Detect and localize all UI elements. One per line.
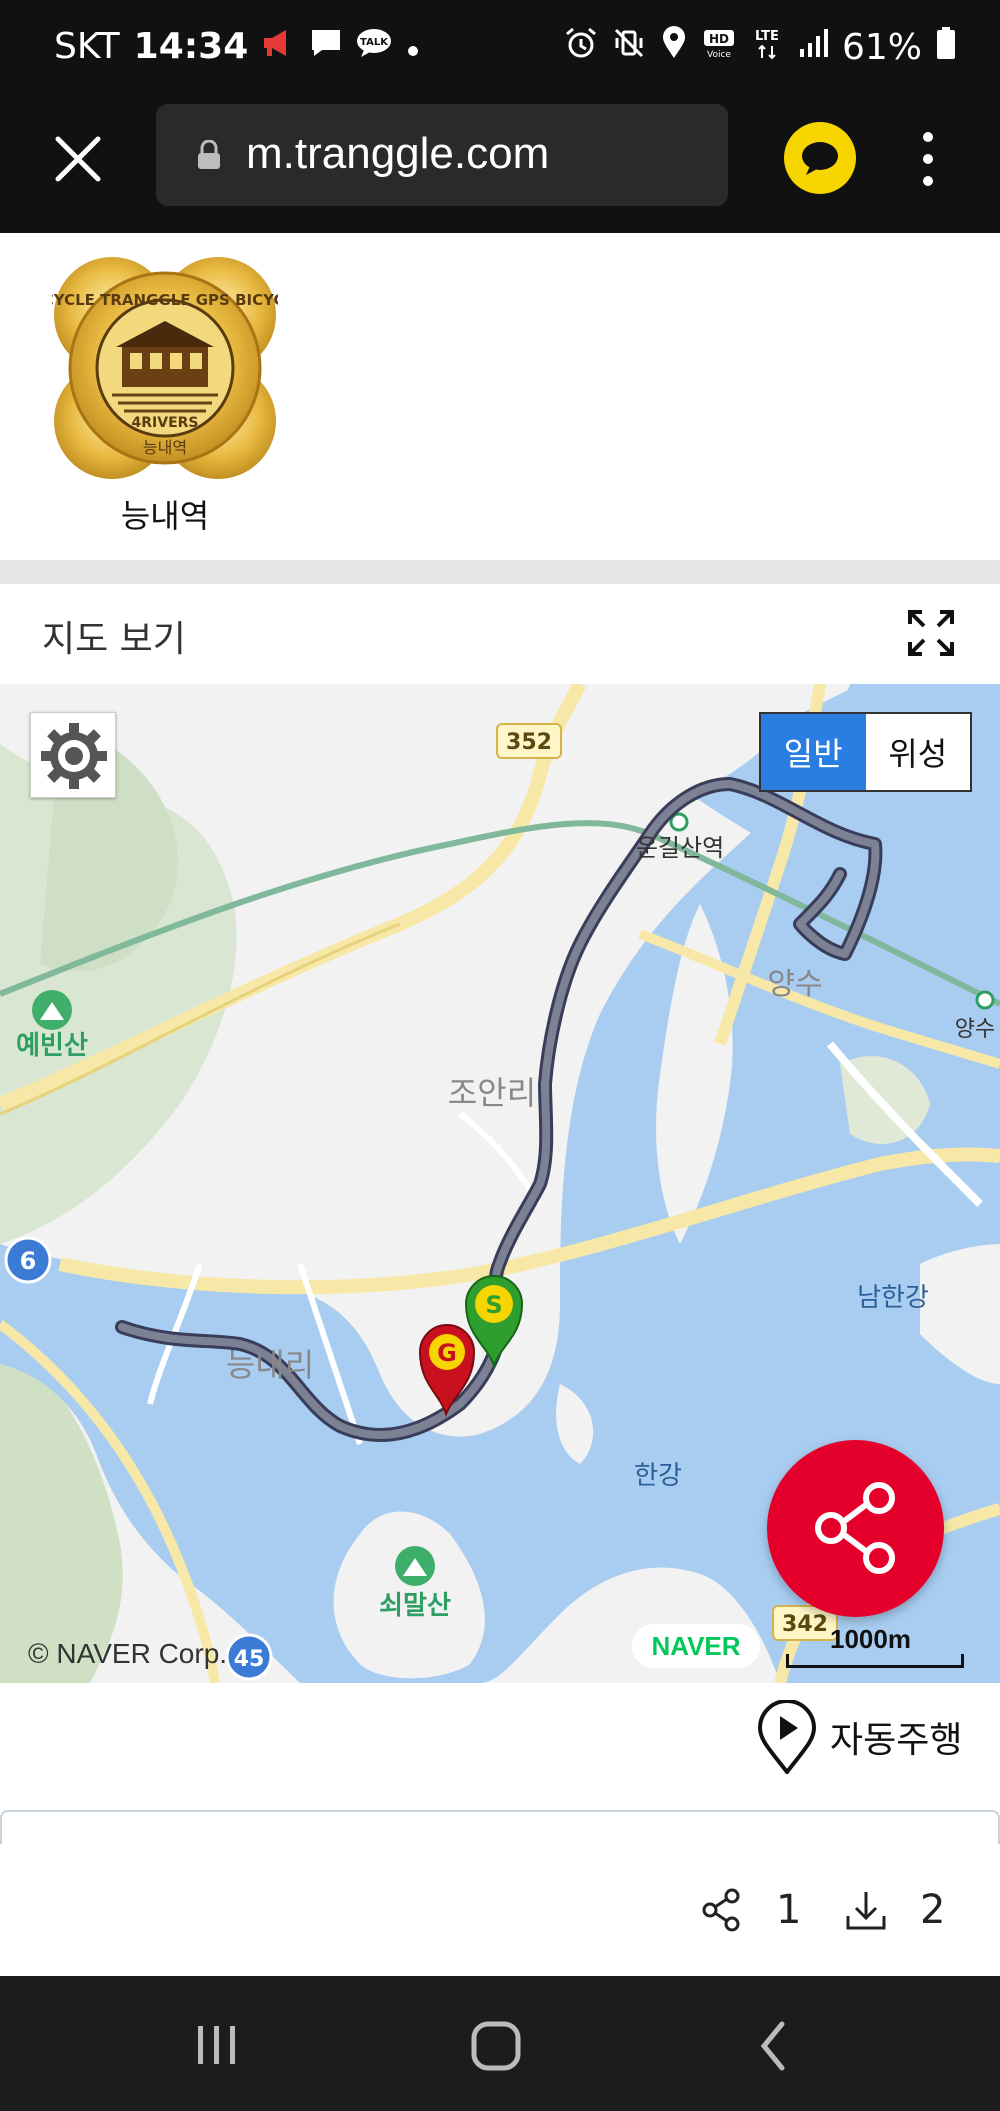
place-hangang: 한강 xyxy=(634,1461,682,1491)
hd-voice-icon: HD Voice xyxy=(702,26,736,69)
map-header: 지도 보기 xyxy=(0,584,1000,684)
kakaotalk-share-button[interactable] xyxy=(784,122,856,194)
svg-text:G: G xyxy=(437,1339,457,1367)
autodrive-label: 자동주행 xyxy=(830,1720,963,1761)
share-icon xyxy=(702,1888,740,1932)
svg-text:TALK: TALK xyxy=(360,37,389,48)
svg-text:45: 45 xyxy=(234,1647,265,1672)
download-count: 2 xyxy=(920,1887,946,1933)
scale-label: 1000m xyxy=(830,1624,911,1654)
place-joanri: 조안리 xyxy=(448,1074,536,1112)
map-type-toggle: 일반 위성 xyxy=(759,712,972,792)
road-shield-352: 352 xyxy=(496,723,562,759)
share-count: 1 xyxy=(776,1887,802,1933)
share-fab-button[interactable] xyxy=(767,1440,944,1617)
share-count-button[interactable]: 1 xyxy=(698,1886,801,1934)
route-map[interactable]: 352 6 45 342 G S 운길산역 예빈산 조안리 양수 양수 남한강 … xyxy=(0,684,1000,1683)
play-pin-icon xyxy=(757,1700,817,1774)
lte-icon: LTE xyxy=(750,26,784,69)
svg-text:Voice: Voice xyxy=(707,50,731,60)
place-soemalsan: 쇠말산 xyxy=(379,1591,451,1621)
address-bar[interactable]: m.tranggle.com xyxy=(156,104,728,206)
badge-section: BICYCLE TRANGGLE GPS BICYCLE 4RIVERS 능내역… xyxy=(0,233,1000,560)
download-count-button[interactable]: 2 xyxy=(842,1886,945,1934)
map-copyright: © NAVER Corp. xyxy=(28,1638,228,1669)
more-menu-icon[interactable] xyxy=(918,129,938,189)
medal-ring-text: BICYCLE TRANGGLE GPS BICYCLE xyxy=(52,291,278,309)
place-yebinsan: 예빈산 xyxy=(16,1031,88,1061)
map-type-normal-button[interactable]: 일반 xyxy=(761,714,866,790)
map-type-satellite-button[interactable]: 위성 xyxy=(865,714,970,790)
svg-text:LTE: LTE xyxy=(755,29,779,44)
road-shield-45: 45 xyxy=(225,1633,273,1681)
status-right: HD Voice LTE 61% xyxy=(564,26,956,69)
system-nav-bar xyxy=(0,1976,1000,2111)
mountain-icon xyxy=(395,1546,435,1586)
share-icon xyxy=(815,1482,895,1574)
map-settings-button[interactable] xyxy=(30,712,116,798)
gear-icon xyxy=(41,723,107,789)
clock: 14:34 xyxy=(133,26,249,67)
talk-icon: TALK xyxy=(356,26,392,67)
carrier-label: SKT xyxy=(54,26,120,67)
fullscreen-icon[interactable] xyxy=(906,608,956,658)
place-ungil-station: 운길산역 xyxy=(636,834,724,862)
dot-icon xyxy=(406,26,420,67)
svg-text:352: 352 xyxy=(506,730,552,755)
svg-text:S: S xyxy=(485,1291,502,1319)
status-left: SKT 14:34 TALK xyxy=(54,26,420,67)
medal-label: 능내역 xyxy=(120,497,210,535)
autodrive-button[interactable]: 자동주행 xyxy=(756,1700,962,1774)
scale-bar xyxy=(786,1654,964,1668)
mountain-icon xyxy=(32,990,72,1030)
megaphone-icon xyxy=(262,26,296,67)
home-icon[interactable] xyxy=(470,2020,522,2076)
recent-apps-icon[interactable] xyxy=(194,2022,240,2072)
place-namhangang: 남한강 xyxy=(857,1283,929,1313)
battery-percent: 61% xyxy=(841,27,922,68)
vibrate-icon xyxy=(612,26,646,69)
medal-sub-text: 4RIVERS xyxy=(132,415,199,431)
section-divider xyxy=(0,560,1000,584)
close-icon[interactable] xyxy=(52,133,104,185)
signal-icon xyxy=(798,27,828,68)
svg-text:6: 6 xyxy=(20,1247,37,1275)
place-neungnaeri: 능내리 xyxy=(226,1346,314,1384)
download-icon xyxy=(846,1892,886,1930)
browser-toolbar: m.tranggle.com xyxy=(0,97,1000,233)
map-title: 지도 보기 xyxy=(42,619,186,660)
alarm-icon xyxy=(564,26,598,69)
message-icon xyxy=(310,26,342,67)
place-yangsu-station: 양수 xyxy=(955,1017,995,1042)
content-box-top xyxy=(0,1810,1000,1844)
road-shield-6: 6 xyxy=(4,1236,52,1284)
back-icon[interactable] xyxy=(758,2020,788,2076)
svg-text:HD: HD xyxy=(709,32,729,46)
status-bar: SKT 14:34 TALK HD Voice LTE 61% xyxy=(0,0,1000,97)
battery-icon xyxy=(936,26,956,69)
lock-icon xyxy=(196,139,222,170)
place-yangsu: 양수 xyxy=(767,967,822,1002)
naver-logo: NAVER xyxy=(632,1624,760,1668)
location-icon xyxy=(660,26,688,69)
medal-station-text: 능내역 xyxy=(143,438,187,457)
station-medal[interactable]: BICYCLE TRANGGLE GPS BICYCLE 4RIVERS 능내역 xyxy=(26,255,304,481)
url-text: m.tranggle.com xyxy=(246,129,550,178)
stats-row: 1 2 xyxy=(0,1846,1000,1976)
